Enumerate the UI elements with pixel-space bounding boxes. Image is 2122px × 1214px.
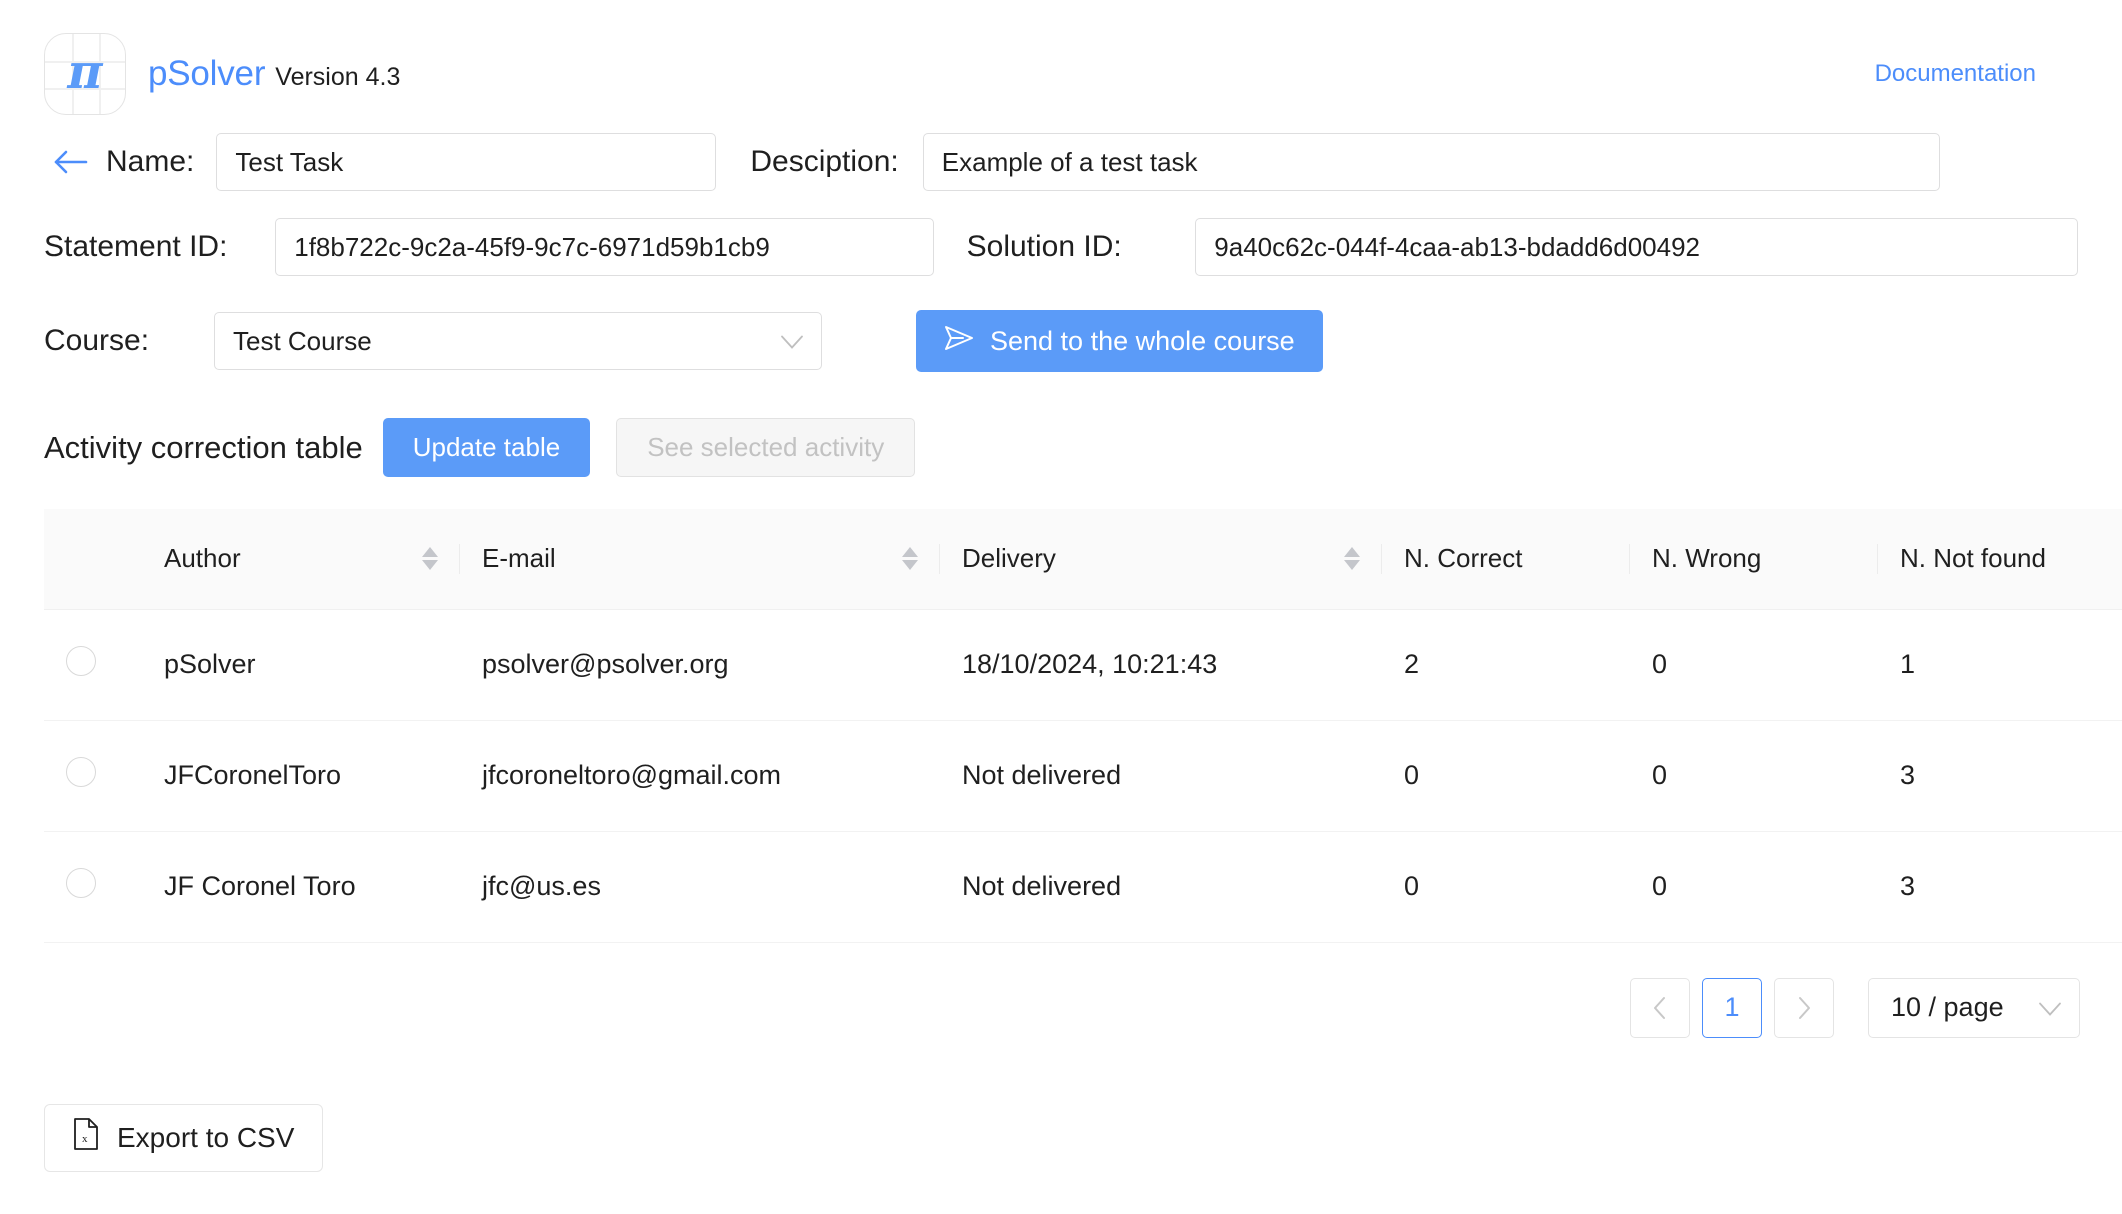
page-size-select[interactable]: 10 / page <box>1868 977 2080 1038</box>
table-row[interactable]: pSolver psolver@psolver.org 18/10/2024, … <box>44 609 2122 721</box>
column-label: E-mail <box>482 543 556 574</box>
app-page: π pSolver Version 4.3 Documentation Name… <box>0 0 2122 1214</box>
cell-n-not-found: 3 <box>1878 720 2122 832</box>
caret-up-icon <box>422 547 438 558</box>
back-arrow-icon[interactable] <box>44 142 96 182</box>
description-label: Desciption: <box>750 145 899 178</box>
pagination: 1 10 / page <box>44 977 2082 1038</box>
ids-row: Statement ID: Solution ID: <box>44 218 2078 276</box>
table-head: Author E-mail Delivery N. Correct N. Wro… <box>44 509 2122 610</box>
column-header-n-wrong: N. Wrong <box>1630 509 1878 610</box>
cell-n-wrong: 0 <box>1630 609 1878 721</box>
column-label: Delivery <box>962 543 1056 574</box>
see-selected-activity-button[interactable]: See selected activity <box>616 418 916 477</box>
row-radio-button[interactable] <box>66 868 96 898</box>
table-row[interactable]: JF Coronel Toro jfc@us.es Not delivered … <box>44 831 2122 943</box>
send-icon <box>944 325 974 358</box>
column-label: N. Not found <box>1900 543 2046 574</box>
course-row: Course: Test Course Send to the whole co… <box>44 310 2078 372</box>
chevron-down-icon <box>2039 992 2061 1023</box>
course-select-value: Test Course <box>233 325 372 356</box>
page-size-value: 10 / page <box>1891 992 2004 1022</box>
column-header-email[interactable]: E-mail <box>460 509 940 610</box>
row-select-cell[interactable] <box>44 720 142 832</box>
cell-delivery: 18/10/2024, 10:21:43 <box>940 609 1382 721</box>
export-to-csv-button[interactable]: x Export to CSV <box>44 1103 324 1172</box>
table-header-row: Author E-mail Delivery N. Correct N. Wro… <box>44 509 2122 610</box>
course-label: Course: <box>44 324 150 357</box>
brand: pSolver Version 4.3 <box>148 54 400 94</box>
cell-n-correct: 0 <box>1382 720 1630 832</box>
course-select[interactable]: Test Course <box>214 312 822 370</box>
column-header-delivery[interactable]: Delivery <box>940 509 1382 610</box>
cell-delivery: Not delivered <box>940 831 1382 943</box>
cell-email: psolver@psolver.org <box>460 609 940 721</box>
cell-author: JF Coronel Toro <box>142 831 460 943</box>
column-header-n-not-found: N. Not found <box>1878 509 2122 610</box>
cell-n-not-found: 3 <box>1878 831 2122 943</box>
brand-name: pSolver <box>148 54 266 93</box>
task-form: Name: Desciption: Statement ID: Solution… <box>0 128 2122 1038</box>
documentation-link[interactable]: Documentation <box>1875 60 2078 88</box>
cell-n-wrong: 0 <box>1630 831 1878 943</box>
caret-down-icon <box>902 560 918 571</box>
caret-down-icon <box>422 560 438 571</box>
app-version: Version 4.3 <box>275 63 401 91</box>
update-table-button[interactable]: Update table <box>382 418 591 477</box>
statement-id-label: Statement ID: <box>44 230 228 263</box>
cell-author: pSolver <box>142 609 460 721</box>
cell-email: jfcoroneltoro@gmail.com <box>460 720 940 832</box>
sort-toggle-icon[interactable] <box>422 547 438 571</box>
description-input[interactable] <box>922 133 1940 191</box>
cell-n-wrong: 0 <box>1630 720 1878 832</box>
cell-n-correct: 0 <box>1382 831 1630 943</box>
row-radio-button[interactable] <box>66 757 96 787</box>
csv-file-icon: x <box>73 1118 99 1157</box>
activity-correction-table: Author E-mail Delivery N. Correct N. Wro… <box>44 509 2122 943</box>
solution-id-label: Solution ID: <box>966 230 1122 263</box>
table-title: Activity correction table <box>44 429 363 465</box>
pagination-page-1[interactable]: 1 <box>1702 977 1762 1038</box>
sort-toggle-icon[interactable] <box>1344 547 1360 571</box>
caret-up-icon <box>1344 547 1360 558</box>
cell-n-correct: 2 <box>1382 609 1630 721</box>
table-body: pSolver psolver@psolver.org 18/10/2024, … <box>44 609 2122 943</box>
table-toolbar: Activity correction table Update table S… <box>44 418 2078 477</box>
row-select-cell[interactable] <box>44 609 142 721</box>
svg-text:x: x <box>82 1133 88 1145</box>
name-description-row: Name: Desciption: <box>44 128 2078 196</box>
export-button-label: Export to CSV <box>117 1121 295 1153</box>
sort-toggle-icon[interactable] <box>902 547 918 571</box>
select-column-header <box>44 509 142 610</box>
pi-grid-logo-icon: π <box>44 33 126 115</box>
pi-symbol: π <box>67 44 103 100</box>
cell-n-not-found: 1 <box>1878 609 2122 721</box>
pagination-prev-button[interactable] <box>1630 977 1690 1038</box>
statement-id-input[interactable] <box>275 218 934 276</box>
row-select-cell[interactable] <box>44 831 142 943</box>
caret-down-icon <box>1344 560 1360 571</box>
column-label: N. Wrong <box>1652 543 1762 574</box>
column-label: Author <box>164 543 241 574</box>
send-button-label: Send to the whole course <box>990 325 1295 356</box>
name-input[interactable] <box>216 133 717 191</box>
pagination-next-button[interactable] <box>1774 977 1834 1038</box>
caret-up-icon <box>902 547 918 558</box>
chevron-down-icon <box>781 326 803 357</box>
cell-author: JFCoronelToro <box>142 720 460 832</box>
cell-delivery: Not delivered <box>940 720 1382 832</box>
table-row[interactable]: JFCoronelToro jfcoroneltoro@gmail.com No… <box>44 720 2122 832</box>
app-header: π pSolver Version 4.3 Documentation <box>0 0 2122 115</box>
cell-email: jfc@us.es <box>460 831 940 943</box>
column-header-n-correct: N. Correct <box>1382 509 1630 610</box>
footer-actions: x Export to CSV <box>0 1103 2122 1172</box>
solution-id-input[interactable] <box>1195 218 2078 276</box>
send-to-whole-course-button[interactable]: Send to the whole course <box>916 310 1323 372</box>
name-label: Name: <box>106 145 195 178</box>
column-header-author[interactable]: Author <box>142 509 460 610</box>
column-label: N. Correct <box>1404 543 1523 574</box>
row-radio-button[interactable] <box>66 646 96 676</box>
